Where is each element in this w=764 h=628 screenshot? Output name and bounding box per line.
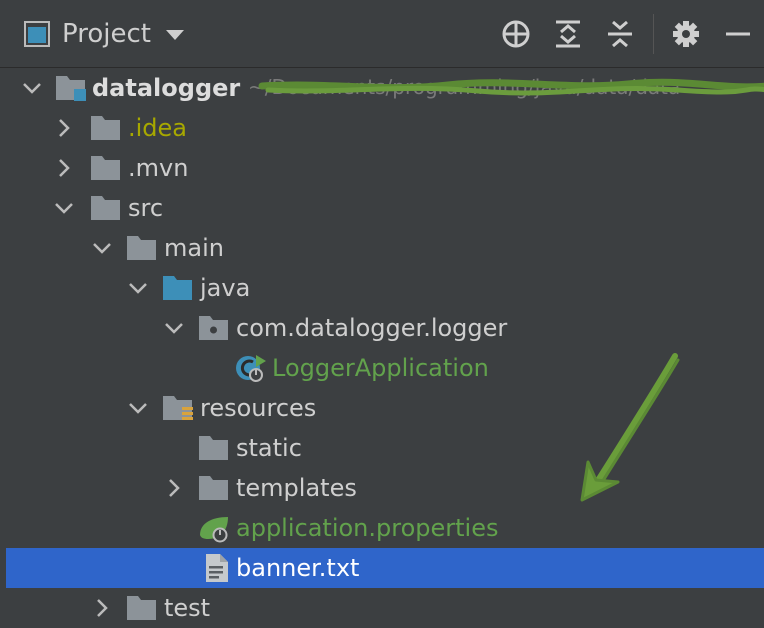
tree-row-application-properties[interactable]: application.properties	[0, 508, 764, 548]
chevron-right-icon[interactable]	[52, 156, 76, 180]
folder-icon	[199, 476, 228, 500]
folder-icon	[91, 156, 120, 180]
package-icon	[199, 316, 228, 340]
source-folder-icon	[163, 276, 192, 300]
project-title[interactable]: Project	[62, 16, 151, 52]
tree-label: src	[128, 194, 164, 222]
tree-row-java[interactable]: java	[0, 268, 764, 308]
tree-label: test	[164, 594, 211, 622]
chevron-down-icon[interactable]	[166, 30, 184, 40]
minimize-icon[interactable]	[722, 18, 754, 50]
chevron-down-icon[interactable]	[90, 236, 114, 260]
chevron-right-icon[interactable]	[52, 116, 76, 140]
tree-row-src[interactable]: src	[0, 188, 764, 228]
target-icon[interactable]	[500, 18, 532, 50]
project-toolbar: Project	[0, 0, 764, 68]
tree-label: resources	[200, 394, 317, 422]
project-window-icon	[24, 21, 50, 47]
chevron-down-icon[interactable]	[52, 196, 76, 220]
project-tree: datalogger ~/Documents/programming/java/…	[0, 68, 764, 624]
tree-label: java	[200, 274, 251, 302]
chevron-right-icon[interactable]	[90, 596, 114, 620]
redacted-path-scribble: ~/Documents/programming/java/data/data	[248, 76, 764, 99]
tree-label: static	[236, 434, 302, 462]
spring-properties-icon	[200, 517, 228, 543]
tree-row-idea[interactable]: .idea	[0, 108, 764, 148]
chevron-down-icon[interactable]	[126, 396, 150, 420]
tree-label: LoggerApplication	[272, 354, 489, 382]
collapse-all-icon[interactable]	[604, 18, 636, 50]
folder-icon	[127, 236, 156, 260]
chevron-right-icon[interactable]	[162, 476, 186, 500]
tree-label: main	[164, 234, 224, 262]
tree-label: .mvn	[128, 154, 189, 182]
folder-icon	[91, 196, 120, 220]
tree-label: .idea	[128, 114, 188, 142]
tree-row-datalogger[interactable]: datalogger ~/Documents/programming/java/…	[0, 68, 764, 108]
resources-folder-icon	[163, 396, 193, 420]
tree-row-package[interactable]: com.datalogger.logger	[0, 308, 764, 348]
folder-icon	[199, 436, 228, 460]
tree-label: application.properties	[236, 514, 499, 542]
annotation-arrow-icon	[580, 353, 680, 502]
chevron-down-icon[interactable]	[126, 276, 150, 300]
tree-row-mvn[interactable]: .mvn	[0, 148, 764, 188]
module-folder-icon	[56, 76, 86, 101]
tree-row-test[interactable]: test	[0, 588, 764, 628]
tree-label: com.datalogger.logger	[236, 314, 508, 342]
text-file-icon	[206, 554, 228, 582]
folder-icon	[127, 596, 156, 620]
spring-boot-class-icon	[236, 355, 266, 382]
tree-label: templates	[236, 474, 357, 502]
chevron-down-icon[interactable]	[20, 76, 44, 100]
chevron-down-icon[interactable]	[162, 316, 186, 340]
tree-label: datalogger	[92, 74, 241, 102]
toolbar-separator	[653, 14, 654, 54]
folder-icon	[91, 116, 120, 140]
tree-row-banner-txt[interactable]: banner.txt	[6, 548, 764, 588]
gear-icon[interactable]	[670, 18, 702, 50]
tree-label: banner.txt	[236, 554, 360, 582]
expand-all-icon[interactable]	[552, 18, 584, 50]
tree-row-main[interactable]: main	[0, 228, 764, 268]
